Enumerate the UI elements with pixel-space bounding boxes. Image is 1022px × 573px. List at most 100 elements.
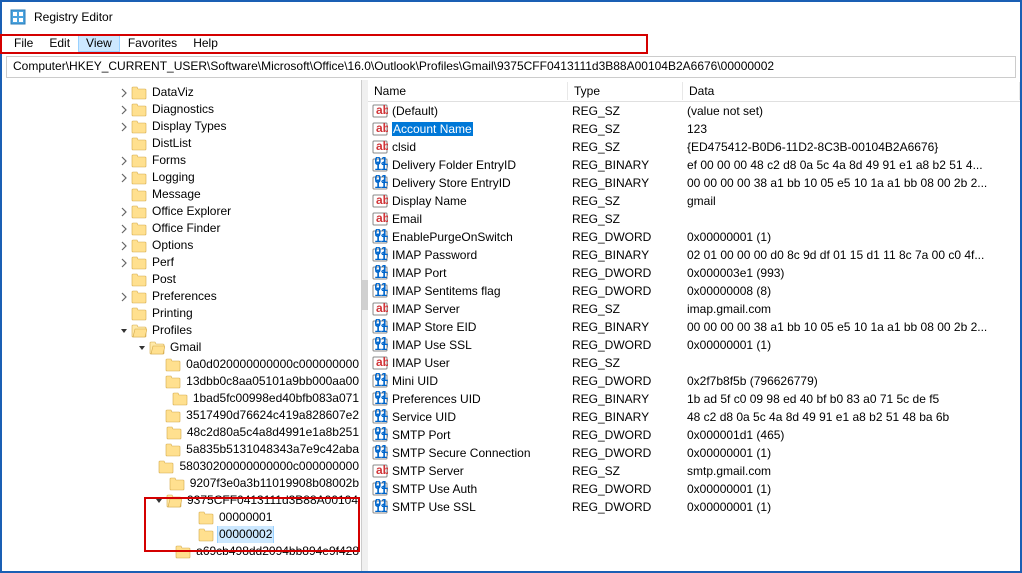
chevron-icon[interactable] xyxy=(117,273,131,287)
col-name[interactable]: Name xyxy=(368,82,568,100)
tree-item[interactable]: Printing xyxy=(2,305,361,322)
chevron-icon[interactable] xyxy=(184,511,198,525)
tree-item[interactable]: 00000001 xyxy=(2,509,361,526)
menu-edit[interactable]: Edit xyxy=(41,34,78,52)
list-pane[interactable]: Name Type Data (Default)REG_SZ(value not… xyxy=(368,80,1020,571)
chevron-icon[interactable] xyxy=(117,103,131,117)
value-row[interactable]: Service UIDREG_BINARY48 c2 d8 0a 5c 4a 8… xyxy=(368,408,1020,426)
value-row[interactable]: IMAP ServerREG_SZimap.gmail.com xyxy=(368,300,1020,318)
tree-item[interactable]: 58030200000000000c000000000 xyxy=(2,458,361,475)
value-row[interactable]: EmailREG_SZ xyxy=(368,210,1020,228)
chevron-icon[interactable] xyxy=(117,188,131,202)
value-row[interactable]: IMAP UserREG_SZ xyxy=(368,354,1020,372)
value-row[interactable]: IMAP PortREG_DWORD0x000003e1 (993) xyxy=(368,264,1020,282)
tree-item[interactable]: 13dbb0c8aa05101a9bb000aa00 xyxy=(2,373,361,390)
chevron-icon[interactable] xyxy=(117,324,131,338)
menu-help[interactable]: Help xyxy=(185,34,226,52)
chevron-icon[interactable] xyxy=(151,358,165,372)
tree-item[interactable]: Message xyxy=(2,186,361,203)
value-row[interactable]: SMTP Use SSLREG_DWORD0x00000001 (1) xyxy=(368,498,1020,516)
tree-item[interactable]: Gmail xyxy=(2,339,361,356)
tree-item[interactable]: 5a835b5131048343a7e9c42aba xyxy=(2,441,361,458)
chevron-icon[interactable] xyxy=(117,205,131,219)
chevron-icon[interactable] xyxy=(117,154,131,168)
chevron-icon[interactable] xyxy=(117,120,131,134)
tree-item[interactable]: Office Finder xyxy=(2,220,361,237)
chevron-icon[interactable] xyxy=(161,545,175,559)
splitter[interactable] xyxy=(362,80,368,571)
chevron-icon[interactable] xyxy=(151,375,165,389)
value-row[interactable]: EnablePurgeOnSwitchREG_DWORD0x00000001 (… xyxy=(368,228,1020,246)
tree-pane[interactable]: DataVizDiagnosticsDisplay TypesDistListF… xyxy=(2,80,362,571)
tree-item[interactable]: Preferences xyxy=(2,288,361,305)
value-row[interactable]: SMTP Secure ConnectionREG_DWORD0x0000000… xyxy=(368,444,1020,462)
list-body[interactable]: (Default)REG_SZ(value not set)Account Na… xyxy=(368,102,1020,571)
tree-item[interactable]: Diagnostics xyxy=(2,101,361,118)
col-type[interactable]: Type xyxy=(568,82,683,100)
menu-view[interactable]: View xyxy=(78,34,120,52)
tree-item[interactable]: Forms xyxy=(2,152,361,169)
chevron-icon[interactable] xyxy=(117,290,131,304)
value-row[interactable]: IMAP Use SSLREG_DWORD0x00000001 (1) xyxy=(368,336,1020,354)
menu-favorites[interactable]: Favorites xyxy=(120,34,185,52)
chevron-icon[interactable] xyxy=(152,494,166,508)
tree-item[interactable]: 48c2d80a5c4a8d4991e1a8b251 xyxy=(2,424,361,441)
tree-item[interactable]: Office Explorer xyxy=(2,203,361,220)
tree-item[interactable]: 0a0d020000000000c000000000 xyxy=(2,356,361,373)
tree-item[interactable]: DistList xyxy=(2,135,361,152)
tree-item[interactable]: Post xyxy=(2,271,361,288)
tree-label: Preferences xyxy=(150,288,219,305)
string-icon xyxy=(372,355,388,371)
value-row[interactable]: Display NameREG_SZgmail xyxy=(368,192,1020,210)
chevron-icon[interactable] xyxy=(158,392,172,406)
value-data: 0x00000008 (8) xyxy=(683,284,1020,298)
value-type: REG_SZ xyxy=(568,302,683,316)
chevron-icon[interactable] xyxy=(155,477,169,491)
tree-item[interactable]: Profiles xyxy=(2,322,361,339)
value-row[interactable]: SMTP PortREG_DWORD0x000001d1 (465) xyxy=(368,426,1020,444)
tree-item[interactable]: a69cb498dd2094bb894e9f428 xyxy=(2,543,361,560)
tree-item[interactable]: 3517490d76624c419a828607e2 xyxy=(2,407,361,424)
tree-label: Logging xyxy=(150,169,197,186)
tree-item[interactable]: DataViz xyxy=(2,84,361,101)
chevron-icon[interactable] xyxy=(117,222,131,236)
value-row[interactable]: clsidREG_SZ{ED475412-B0D6-11D2-8C3B-0010… xyxy=(368,138,1020,156)
tree-item[interactable]: 9207f3e0a3b11019908b08002b xyxy=(2,475,361,492)
binary-icon xyxy=(372,319,388,335)
value-row[interactable]: IMAP Sentitems flagREG_DWORD0x00000008 (… xyxy=(368,282,1020,300)
chevron-icon[interactable] xyxy=(135,341,149,355)
tree-item[interactable]: Perf xyxy=(2,254,361,271)
chevron-icon[interactable] xyxy=(117,256,131,270)
tree-item[interactable]: Display Types xyxy=(2,118,361,135)
col-data[interactable]: Data xyxy=(683,82,1020,100)
tree-item[interactable]: 00000002 xyxy=(2,526,361,543)
chevron-icon[interactable] xyxy=(117,137,131,151)
chevron-icon[interactable] xyxy=(117,307,131,321)
tree-item[interactable]: 9375CFF0413111d3B88A00104 xyxy=(2,492,361,509)
value-row[interactable]: Account NameREG_SZ123 xyxy=(368,120,1020,138)
chevron-icon[interactable] xyxy=(184,528,198,542)
value-name: IMAP Use SSL xyxy=(392,338,472,352)
tree-item[interactable]: Options xyxy=(2,237,361,254)
chevron-icon[interactable] xyxy=(144,460,158,474)
chevron-icon[interactable] xyxy=(151,409,165,423)
chevron-icon[interactable] xyxy=(151,443,165,457)
value-row[interactable]: (Default)REG_SZ(value not set) xyxy=(368,102,1020,120)
tree-item[interactable]: 1bad5fc00998ed40bfb083a071 xyxy=(2,390,361,407)
value-row[interactable]: IMAP Store EIDREG_BINARY00 00 00 00 38 a… xyxy=(368,318,1020,336)
value-row[interactable]: SMTP ServerREG_SZsmtp.gmail.com xyxy=(368,462,1020,480)
chevron-icon[interactable] xyxy=(117,171,131,185)
tree-item[interactable]: Logging xyxy=(2,169,361,186)
menu-file[interactable]: File xyxy=(6,34,41,52)
chevron-icon[interactable] xyxy=(152,426,166,440)
value-row[interactable]: IMAP PasswordREG_BINARY02 01 00 00 00 d0… xyxy=(368,246,1020,264)
folder-icon xyxy=(166,426,182,440)
chevron-icon[interactable] xyxy=(117,86,131,100)
value-row[interactable]: Delivery Store EntryIDREG_BINARY00 00 00… xyxy=(368,174,1020,192)
value-row[interactable]: Mini UIDREG_DWORD0x2f7b8f5b (796626779) xyxy=(368,372,1020,390)
chevron-icon[interactable] xyxy=(117,239,131,253)
value-row[interactable]: SMTP Use AuthREG_DWORD0x00000001 (1) xyxy=(368,480,1020,498)
value-row[interactable]: Delivery Folder EntryIDREG_BINARYef 00 0… xyxy=(368,156,1020,174)
address-bar[interactable]: Computer\HKEY_CURRENT_USER\Software\Micr… xyxy=(6,56,1016,78)
value-row[interactable]: Preferences UIDREG_BINARY1b ad 5f c0 09 … xyxy=(368,390,1020,408)
